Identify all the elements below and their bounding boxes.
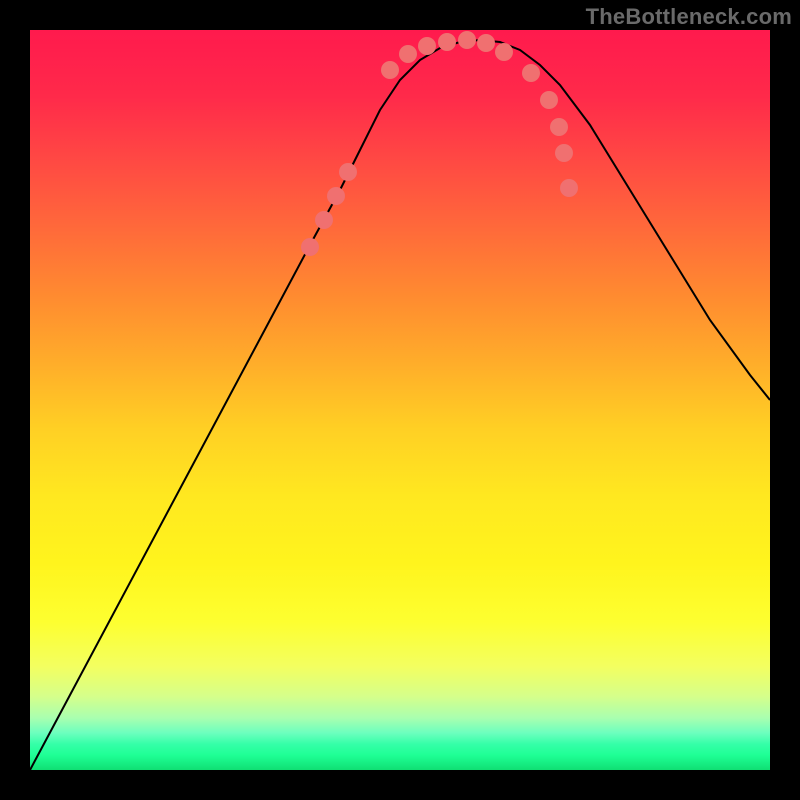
curve-line — [30, 40, 770, 770]
curve-marker — [381, 61, 399, 79]
curve-marker — [399, 45, 417, 63]
curve-marker — [339, 163, 357, 181]
plot-area — [30, 30, 770, 770]
curve-marker — [458, 31, 476, 49]
bottleneck-curve — [30, 31, 770, 770]
curve-marker — [301, 238, 319, 256]
watermark-text: TheBottleneck.com — [586, 4, 792, 30]
curve-marker — [560, 179, 578, 197]
curve-marker — [550, 118, 568, 136]
curve-marker — [327, 187, 345, 205]
chart-stage: TheBottleneck.com — [0, 0, 800, 800]
curve-marker — [438, 33, 456, 51]
curve-marker — [418, 37, 436, 55]
curve-marker — [522, 64, 540, 82]
curve-marker — [540, 91, 558, 109]
curve-marker — [477, 34, 495, 52]
curve-layer — [30, 30, 770, 770]
marker-group — [301, 31, 578, 256]
curve-marker — [315, 211, 333, 229]
curve-marker — [495, 43, 513, 61]
curve-marker — [555, 144, 573, 162]
